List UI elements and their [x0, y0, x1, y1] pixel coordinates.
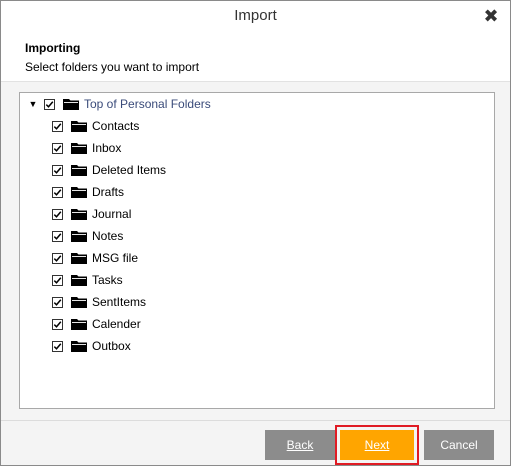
tree-item-label: Journal: [92, 207, 132, 221]
tree-item-checkbox[interactable]: [52, 208, 63, 220]
folder-icon: [71, 143, 87, 154]
folder-icon: [71, 187, 87, 198]
folder-icon: [71, 165, 87, 176]
window-title: Import: [234, 7, 277, 24]
tree-item[interactable]: Contacts: [52, 117, 139, 135]
tree-item[interactable]: Notes: [52, 227, 123, 245]
cancel-button[interactable]: Cancel: [424, 430, 494, 460]
tree-item-label: MSG file: [92, 251, 139, 265]
tree-item-checkbox[interactable]: [52, 230, 63, 242]
import-dialog: Import ✖ Importing Select folders you wa…: [0, 0, 511, 466]
step-subtitle: Select folders you want to import: [25, 60, 200, 74]
close-button[interactable]: ✖: [480, 5, 502, 27]
next-button[interactable]: Next: [335, 425, 419, 465]
tree-item[interactable]: Tasks: [52, 271, 123, 289]
tree-item-checkbox[interactable]: [52, 164, 63, 176]
tree-item[interactable]: SentItems: [52, 293, 146, 311]
wizard-body: ▼ Top of Personal Folders Contacts Inbox D…: [1, 82, 510, 420]
tree-item-label: Outbox: [92, 339, 131, 353]
folder-icon: [71, 253, 87, 264]
tree-item[interactable]: Deleted Items: [52, 161, 166, 179]
folder-icon: [63, 99, 79, 110]
tree-item-label: SentItems: [92, 295, 147, 309]
tree-item[interactable]: Journal: [52, 205, 131, 223]
tree-item-checkbox[interactable]: [52, 252, 63, 264]
back-button[interactable]: Back: [265, 430, 335, 460]
folder-icon: [71, 297, 87, 308]
tree-item-label: Tasks: [92, 273, 123, 287]
folder-icon: [71, 341, 87, 352]
next-button-label: Next: [364, 438, 390, 452]
close-icon: ✖: [483, 6, 499, 26]
tree-item-checkbox[interactable]: [52, 340, 63, 352]
step-title: Importing: [25, 41, 81, 55]
wizard-header: Importing Select folders you want to imp…: [1, 35, 510, 82]
tree-item-label: Calender: [92, 317, 141, 331]
collapse-triangle-icon[interactable]: ▼: [28, 99, 38, 109]
back-button-label: Back: [286, 438, 314, 452]
tree-item[interactable]: Drafts: [52, 183, 124, 201]
folder-icon: [71, 209, 87, 220]
tree-item-label: Contacts: [92, 119, 140, 133]
tree-item-checkbox[interactable]: [52, 274, 63, 286]
cancel-button-label: Cancel: [440, 438, 478, 452]
tree-item-checkbox[interactable]: [52, 120, 63, 132]
tree-item-checkbox[interactable]: [52, 318, 63, 330]
tree-item[interactable]: Outbox: [52, 337, 131, 355]
tree-item[interactable]: Inbox: [52, 139, 121, 157]
folder-icon: [71, 121, 87, 132]
tree-root-label: Top of Personal Folders: [84, 97, 211, 111]
folder-icon: [71, 319, 87, 330]
tree-item[interactable]: MSG file: [52, 249, 138, 267]
tree-item-checkbox[interactable]: [52, 142, 63, 154]
tree-item-label: Inbox: [92, 141, 122, 155]
tree-item-label: Deleted Items: [92, 163, 167, 177]
title-bar: Import ✖: [1, 1, 510, 35]
tree-root-checkbox[interactable]: [44, 98, 55, 110]
tree-item-label: Drafts: [92, 185, 125, 199]
tree-item-checkbox[interactable]: [52, 296, 63, 308]
tree-item-label: Notes: [92, 229, 124, 243]
tree-item-checkbox[interactable]: [52, 186, 63, 198]
folder-icon: [71, 231, 87, 242]
wizard-footer: Back Next Cancel: [1, 420, 510, 465]
tree-item[interactable]: Calender: [52, 315, 141, 333]
tree-root-row[interactable]: ▼ Top of Personal Folders: [28, 95, 211, 113]
folder-tree: ▼ Top of Personal Folders Contacts Inbox D…: [19, 92, 495, 409]
folder-icon: [71, 275, 87, 286]
